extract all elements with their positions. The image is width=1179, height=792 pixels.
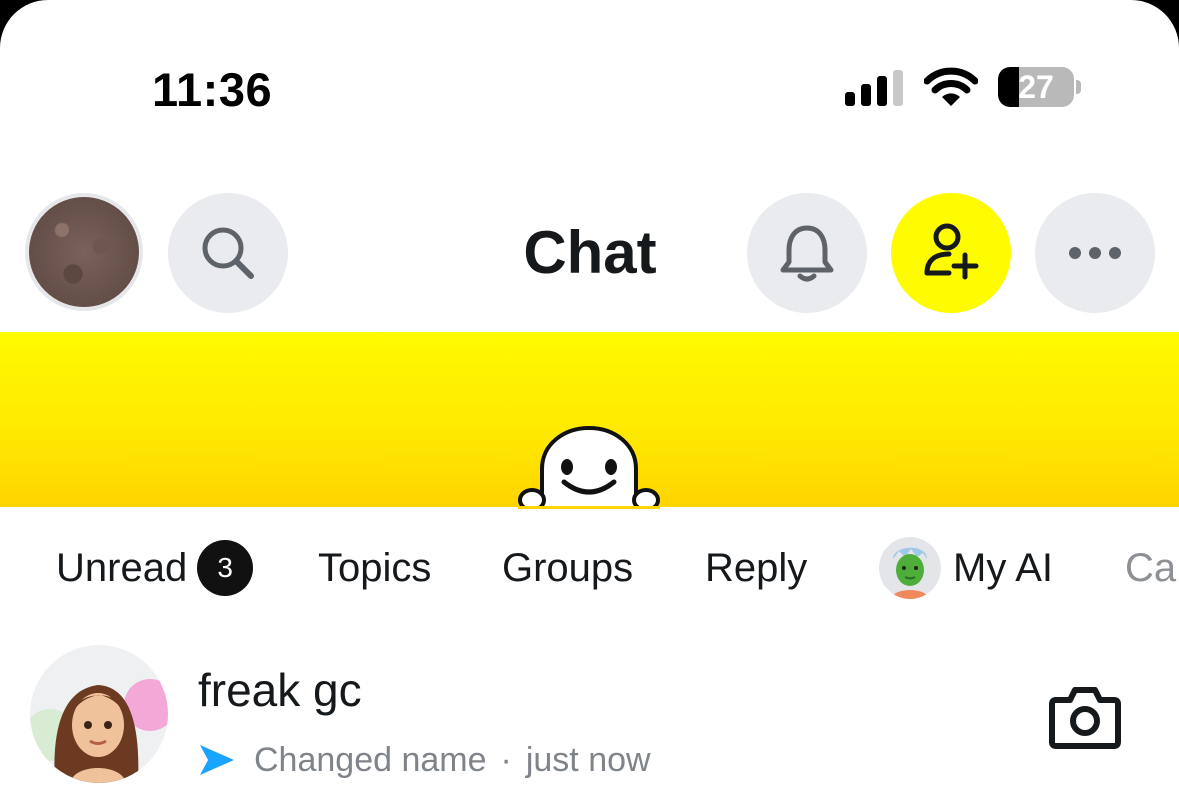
chat-filter-tabs: Unread 3 Topics Groups Reply My AI Ca [0, 533, 1179, 603]
chat-status-text: Changed name [254, 740, 487, 779]
tab-calls[interactable]: Ca [1125, 533, 1176, 603]
tab-calls-label: Ca [1125, 545, 1177, 590]
bell-icon [780, 225, 834, 282]
tab-my-ai-label: My AI [953, 545, 1054, 590]
tab-unread[interactable]: Unread 3 [56, 533, 254, 603]
chat-timestamp: just now [525, 740, 651, 779]
my-ai-avatar [879, 537, 941, 599]
tab-reply-label: Reply [705, 545, 808, 590]
chat-name[interactable]: freak gc [198, 663, 362, 717]
page-title: Chat [523, 219, 657, 286]
tab-groups-label: Groups [502, 545, 634, 590]
battery-percent: 27 [1018, 69, 1054, 105]
battery-icon: 27 [998, 67, 1074, 107]
profile-avatar-button[interactable] [25, 193, 143, 311]
wifi-icon [924, 67, 978, 106]
snapchat-ghost-icon [518, 425, 660, 509]
camera-icon[interactable] [1048, 684, 1122, 750]
add-friend-icon [924, 223, 979, 280]
tab-my-ai[interactable]: My AI [879, 533, 1053, 603]
unread-count-badge: 3 [197, 540, 254, 596]
notifications-button[interactable] [747, 193, 867, 313]
tab-groups[interactable]: Groups [502, 533, 633, 603]
cellular-signal-icon [845, 70, 907, 106]
tab-topics[interactable]: Topics [318, 533, 431, 603]
tab-topics-label: Topics [318, 545, 432, 590]
search-icon [202, 227, 254, 279]
chat-status-line: Changed name · just now [198, 738, 651, 782]
battery-tip [1076, 80, 1081, 94]
search-button[interactable] [168, 193, 288, 313]
more-options-button[interactable] [1035, 193, 1155, 313]
tab-unread-label: Unread [56, 545, 188, 590]
tab-reply[interactable]: Reply [705, 533, 807, 603]
chat-screen: 11:36 27 Chat Unread 3 Topics Groups Rep… [0, 0, 1179, 792]
more-dots-icon [1069, 247, 1121, 259]
add-friend-button[interactable] [891, 193, 1011, 313]
sent-arrow-icon [200, 745, 234, 775]
chat-avatar[interactable] [30, 645, 168, 783]
chat-status-separator: · [500, 740, 512, 779]
status-time: 11:36 [152, 63, 273, 116]
